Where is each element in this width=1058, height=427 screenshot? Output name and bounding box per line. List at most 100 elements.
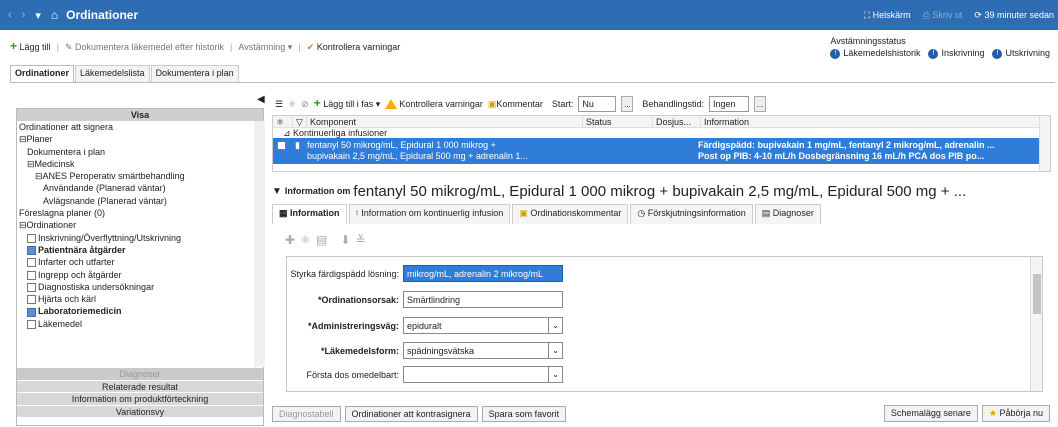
diagnosis-table-button[interactable]: Diagnostabell	[272, 406, 341, 422]
tree-item[interactable]: Inskrivning/Överflyttning/Utskrivning	[17, 232, 254, 244]
col-filter-icon[interactable]: ▽	[293, 116, 307, 127]
reconciliation-history[interactable]: ! Läkemedelshistorik	[830, 48, 920, 59]
row-checkbox[interactable]	[277, 140, 288, 151]
tab-dokumentera-i-plan[interactable]: Dokumentera i plan	[150, 65, 239, 82]
collapse-node-icon[interactable]: ⊟	[19, 134, 27, 144]
tree-item[interactable]: ⊟Medicinsk	[17, 158, 254, 170]
tab-lakemedelslista[interactable]: Läkemedelslista	[75, 65, 150, 82]
tree-checkbox[interactable]	[27, 246, 36, 256]
expand-icon[interactable]: ≚	[356, 233, 371, 247]
collapse-node-icon[interactable]: ⊟	[35, 171, 43, 181]
forward-arrow-icon[interactable]: ›	[22, 9, 26, 21]
tree-checkbox[interactable]	[27, 270, 36, 280]
reconcile-button[interactable]: Avstämning ▾	[238, 42, 292, 53]
print-button[interactable]: ⎙ Skriv ut	[923, 10, 963, 21]
tab-information[interactable]: ▦ Information	[272, 204, 347, 224]
comment-button[interactable]: ▣Kommentar	[488, 99, 543, 110]
table-row[interactable]: ▮ fentanyl 50 mikrog/mL, Epidural 1 000 …	[273, 138, 1040, 164]
document-history-button[interactable]: ✎ Dokumentera läkemedel efter historik	[65, 42, 224, 53]
reconciliation-discharge[interactable]: ! Utskrivning	[992, 48, 1050, 59]
tab-diagnoses[interactable]: ▤ Diagnoser	[754, 204, 821, 224]
tree-item[interactable]: Hjärta och kärl	[17, 293, 254, 305]
tree-checkbox[interactable]	[27, 295, 36, 305]
fullscreen-button[interactable]: ⛶ Helskärm	[864, 10, 911, 21]
start-picker-button[interactable]: ...	[621, 96, 634, 112]
col-status[interactable]: Status	[583, 116, 653, 127]
footer-diagnoser[interactable]: Diagnoser	[17, 367, 263, 380]
cancel-icon[interactable]: ⊘	[301, 99, 309, 110]
footer-product-info[interactable]: Information om produktförteckning	[17, 392, 263, 405]
form-scrollbar[interactable]	[1030, 257, 1042, 391]
dosage-form-select[interactable]: spädningsvätska ⌄	[403, 342, 563, 359]
check-warnings-button[interactable]: ✔ Kontrollera varningar	[307, 42, 401, 53]
tree-checkbox[interactable]	[27, 233, 36, 243]
tree-item[interactable]: ⊟ANES Peroperativ smärtbehandling	[17, 170, 254, 182]
add-label: Lägg till	[19, 42, 51, 52]
tree-checkbox[interactable]	[27, 307, 36, 317]
duration-picker-button[interactable]: ...	[753, 96, 766, 112]
tree-checkbox[interactable]	[27, 282, 36, 292]
tree-item[interactable]: Föreslagna planer (0)	[17, 207, 254, 219]
tab-infusion-info[interactable]: ♮ Information om kontinuerlig infusion	[348, 204, 511, 224]
footer-related-results[interactable]: Relaterade resultat	[17, 379, 263, 392]
footer-variation-view[interactable]: Variationsvy	[17, 404, 263, 417]
tab-ordinationer[interactable]: Ordinationer	[10, 65, 75, 82]
duration-input[interactable]: Ingen	[708, 96, 749, 112]
first-dose-select[interactable]: ⌄	[403, 366, 563, 383]
add-button[interactable]: + Lägg till	[10, 40, 51, 52]
refresh-button[interactable]: ⟳ 39 minuter sedan	[974, 10, 1054, 21]
tree-item[interactable]: Ingrepp och åtgärder	[17, 269, 254, 281]
check-warnings-button-2[interactable]: Kontrollera varningar	[385, 99, 483, 110]
move-down-icon[interactable]: ⬇	[341, 233, 356, 247]
add-icon[interactable]: ✚	[285, 233, 300, 247]
orders-to-cosign-button[interactable]: Ordinationer att kontrasignera	[344, 406, 478, 422]
tree-item[interactable]: Diagnostiska undersökningar	[17, 281, 254, 293]
col-icon-1[interactable]: ⚛	[273, 116, 293, 127]
form-scrollbar-thumb[interactable]	[1033, 274, 1041, 314]
strength-input[interactable]: mikrog/mL, adrenalin 2 mikrog/mL	[403, 265, 563, 282]
chevron-down-icon[interactable]: ⌄	[549, 342, 563, 359]
back-arrow-icon[interactable]: ‹	[8, 9, 12, 21]
collapse-panel-icon[interactable]: ◀	[257, 94, 265, 105]
collapse-info-icon[interactable]: ▼	[272, 186, 282, 197]
tree-item[interactable]: Avlägsnande (Planerad väntar)	[17, 195, 254, 207]
tree-checkbox[interactable]	[27, 258, 36, 268]
tree-item[interactable]: Ordinationer att signera	[17, 121, 254, 133]
list-icon[interactable]: ☰	[275, 99, 283, 110]
tab-order-comment[interactable]: ▣ Ordinationskommentar	[512, 204, 629, 224]
add-phase-button[interactable]: + Lägg till i fas ▾	[314, 97, 381, 110]
col-component[interactable]: Komponent	[307, 116, 583, 127]
start-now-button[interactable]: ★ Påbörja nu	[981, 405, 1050, 422]
pill-icon[interactable]: ⚛	[300, 233, 316, 247]
reason-input[interactable]: Smärtlindring	[403, 291, 563, 308]
tree-item[interactable]: Infarter och utfarter	[17, 256, 254, 268]
table-scrollbar[interactable]	[1039, 116, 1050, 171]
dropdown-icon[interactable]: ▾	[35, 9, 41, 22]
tree-item[interactable]: Läkemedel	[17, 318, 254, 330]
reconciliation-admission[interactable]: ! Inskrivning	[928, 48, 984, 59]
chevron-down-icon[interactable]: ⌄	[549, 366, 563, 383]
tree-checkbox[interactable]	[27, 319, 36, 329]
save-favorite-button[interactable]: Spara som favorit	[481, 406, 567, 422]
view-tree-scrollbar[interactable]	[254, 121, 265, 367]
tree-item[interactable]: Dokumentera i plan	[17, 146, 254, 158]
tab-offset-info[interactable]: ◷ Förskjutningsinformation	[630, 204, 753, 224]
tree-item[interactable]: Patientnära åtgärder	[17, 244, 254, 256]
tree-item[interactable]: Laboratoriemedicin	[17, 305, 254, 317]
tree-item[interactable]: Användande (Planerad väntar)	[17, 182, 254, 194]
pill-icon[interactable]: ⚛	[288, 99, 296, 110]
chart-icon[interactable]: ▤	[316, 233, 332, 247]
home-icon[interactable]: ⌂	[51, 8, 58, 22]
col-dose-adjust[interactable]: Dosjus...	[653, 116, 701, 127]
start-input[interactable]: Nu	[578, 96, 617, 112]
schedule-later-button[interactable]: Schemalägg senare	[883, 405, 978, 422]
col-information[interactable]: Information	[701, 116, 1041, 127]
collapse-node-icon[interactable]: ⊟	[19, 220, 27, 230]
collapse-node-icon[interactable]: ⊟	[27, 159, 35, 169]
tree-item[interactable]: ⊟Ordinationer	[17, 219, 254, 231]
tree-item[interactable]: ⊟Planer	[17, 133, 254, 145]
route-select[interactable]: epiduralt ⌄	[403, 317, 563, 334]
chevron-down-icon[interactable]: ⌄	[549, 317, 563, 334]
group-header[interactable]: ⊿ Kontinuerliga infusioner	[273, 128, 1050, 138]
tab-information-label: Information	[290, 208, 340, 218]
